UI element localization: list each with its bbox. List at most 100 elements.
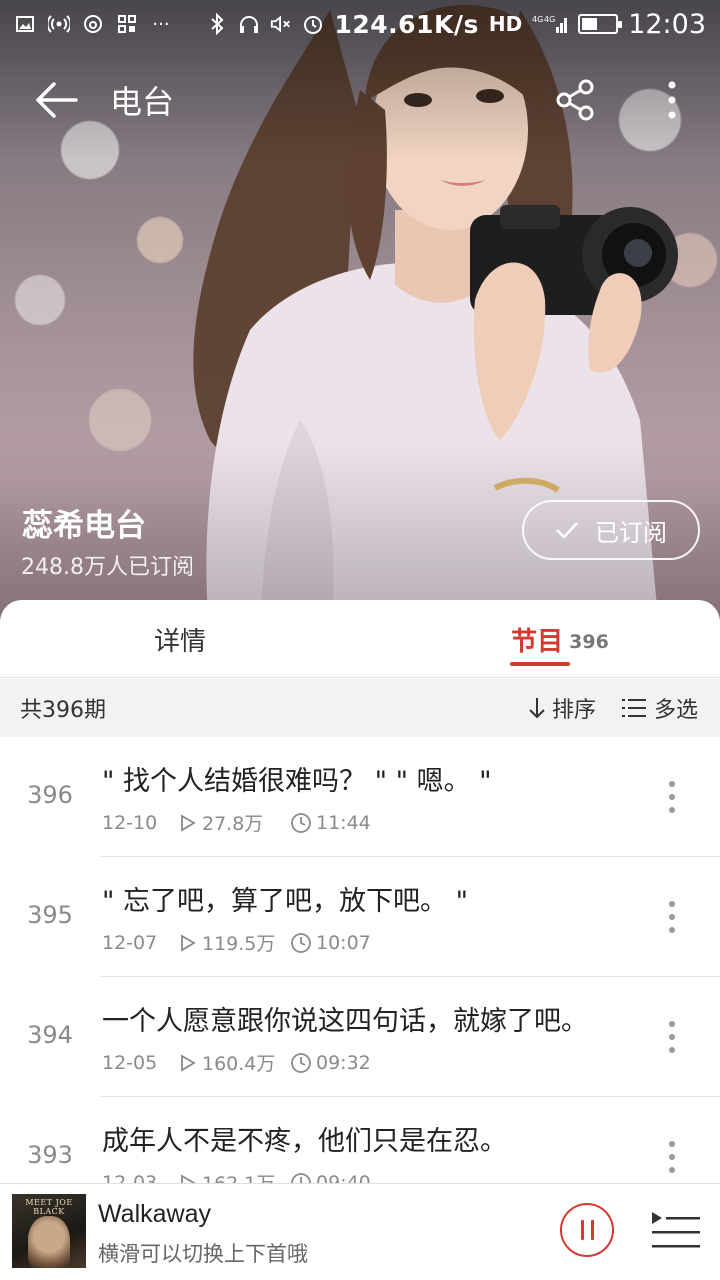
more-menu-button[interactable] [640, 60, 704, 140]
image-icon [14, 13, 36, 35]
alarm-icon [302, 13, 324, 35]
program-duration: 09:32 [290, 1052, 371, 1074]
playlist-button[interactable] [650, 1208, 702, 1254]
album-art[interactable]: MEET JOE BLACK [12, 1194, 86, 1268]
status-bar: ··· 124.61K/s HD 4G 4G 12:03 [0, 0, 720, 48]
svg-text:4G: 4G [544, 15, 555, 24]
program-plays: 160.4万 [180, 1049, 290, 1076]
program-more-button[interactable] [650, 1127, 694, 1183]
program-row[interactable]: 394 一个人愿意跟你说这四句话，就嫁了吧。 12-05 160.4万 09:3… [0, 977, 720, 1097]
mute-icon [270, 13, 292, 35]
pause-icon [580, 1220, 584, 1240]
tab-programs-label: 节目 [511, 626, 564, 657]
sort-label: 排序 [552, 698, 597, 723]
tab-detail[interactable]: 详情 [100, 600, 260, 678]
tab-programs[interactable]: 节目 396 [470, 600, 650, 678]
more-vertical-icon [669, 781, 675, 813]
program-title: " 找个人结婚很难吗？ " " 嗯。 " [102, 766, 492, 797]
headphones-icon [238, 13, 260, 35]
program-number: 395 [27, 901, 73, 929]
clock-icon [291, 1172, 311, 1183]
program-duration-value: 09:40 [316, 1171, 371, 1184]
tab-programs-count: 396 [569, 631, 609, 653]
swipe-hint: 横滑可以切换上下首哦 [98, 1242, 308, 1266]
program-number: 396 [27, 781, 73, 809]
program-meta: 12-05 160.4万 09:32 [102, 1049, 371, 1076]
program-plays-value: 162.1万 [202, 1169, 275, 1183]
play-count-icon [181, 813, 196, 832]
bluetooth-icon [206, 13, 228, 35]
program-title: " 忘了吧，算了吧，放下吧。 " [102, 886, 469, 917]
play-count-icon [181, 1053, 196, 1072]
back-arrow-icon [36, 82, 78, 118]
episode-total: 共396期 [20, 698, 106, 723]
program-duration-value: 10:07 [316, 931, 371, 954]
program-duration-value: 11:44 [316, 811, 371, 834]
program-meta: 12-07 119.5万 10:07 [102, 929, 371, 956]
program-date: 12-10 [102, 811, 158, 834]
program-duration: 10:07 [290, 932, 371, 954]
program-plays-value: 27.8万 [202, 813, 264, 835]
program-date: 12-07 [102, 931, 158, 954]
program-row[interactable]: 395 " 忘了吧，算了吧，放下吧。 " 12-07 119.5万 10:07 [0, 857, 720, 977]
track-name: Walkaway [98, 1200, 211, 1228]
mini-player[interactable]: MEET JOE BLACK Walkaway 横滑可以切换上下首哦 [0, 1183, 720, 1280]
more-vertical-icon [668, 81, 676, 119]
more-notifications-icon: ··· [152, 13, 170, 35]
program-title: 一个人愿意跟你说这四句话，就嫁了吧。 [102, 1006, 588, 1037]
back-button[interactable] [16, 60, 96, 140]
top-bar: 电台 [0, 60, 720, 140]
more-vertical-icon [669, 1021, 675, 1053]
program-plays-value: 119.5万 [202, 933, 276, 955]
program-meta: 12-10 27.8万 11:44 [102, 809, 371, 836]
program-more-button[interactable] [650, 767, 694, 827]
check-icon [556, 522, 578, 539]
program-duration: 11:44 [290, 812, 371, 834]
share-icon [556, 79, 594, 121]
program-duration: 09:40 [290, 1171, 371, 1184]
active-tab-indicator [510, 662, 570, 666]
program-number: 393 [27, 1141, 73, 1169]
station-name: 蕊希电台 [22, 508, 146, 544]
hd-indicator: HD [488, 12, 523, 36]
program-more-button[interactable] [650, 887, 694, 947]
program-date: 12-03 [102, 1171, 158, 1184]
apps-icon [116, 13, 138, 35]
clock: 12:03 [628, 8, 706, 40]
program-title: 成年人不是不疼，他们只是在忍。 [102, 1126, 507, 1157]
battery-icon [578, 14, 623, 34]
program-plays: 27.8万 [180, 809, 290, 836]
album-art-portrait [28, 1216, 70, 1268]
sort-arrow-icon [529, 698, 545, 719]
program-date: 12-05 [102, 1051, 158, 1074]
net-speed: 124.61K/s [334, 9, 479, 39]
pause-button[interactable] [560, 1203, 614, 1257]
list-icon [622, 699, 646, 717]
program-meta: 12-03 162.1万 09:40 [102, 1169, 371, 1183]
program-plays-value: 160.4万 [202, 1053, 276, 1075]
program-more-button[interactable] [650, 1007, 694, 1067]
list-toolbar: 共396期 排序 多选 [0, 679, 720, 737]
sort-button[interactable]: 排序 [528, 679, 596, 737]
tab-detail-label: 详情 [153, 626, 206, 657]
program-row[interactable]: 393 成年人不是不疼，他们只是在忍。 12-03 162.1万 09:40 [0, 1097, 720, 1183]
clock-icon [291, 932, 311, 953]
hotspot-icon [48, 13, 70, 35]
svg-text:4G: 4G [532, 15, 543, 24]
album-art-text: MEET JOE BLACK [25, 1198, 73, 1216]
program-plays: 119.5万 [180, 929, 290, 956]
tab-bar: 详情 节目 396 [0, 600, 720, 678]
pause-icon [590, 1220, 594, 1240]
subscribe-label: 已订阅 [595, 518, 667, 547]
program-list: 396 " 找个人结婚很难吗？ " " 嗯。 " 12-10 27.8万 11:… [0, 737, 720, 1183]
program-number: 394 [27, 1021, 73, 1049]
share-button[interactable] [536, 60, 616, 140]
page-title: 电台 [110, 83, 175, 121]
subscriber-count: 248.8万人已订阅 [21, 555, 194, 580]
program-plays: 162.1万 [180, 1169, 290, 1183]
multi-select-label: 多选 [654, 698, 699, 723]
program-row[interactable]: 396 " 找个人结婚很难吗？ " " 嗯。 " 12-10 27.8万 11:… [0, 737, 720, 857]
subscribe-button[interactable]: 已订阅 [522, 500, 700, 560]
netease-music-icon [82, 13, 104, 35]
multi-select-button[interactable]: 多选 [622, 679, 698, 737]
